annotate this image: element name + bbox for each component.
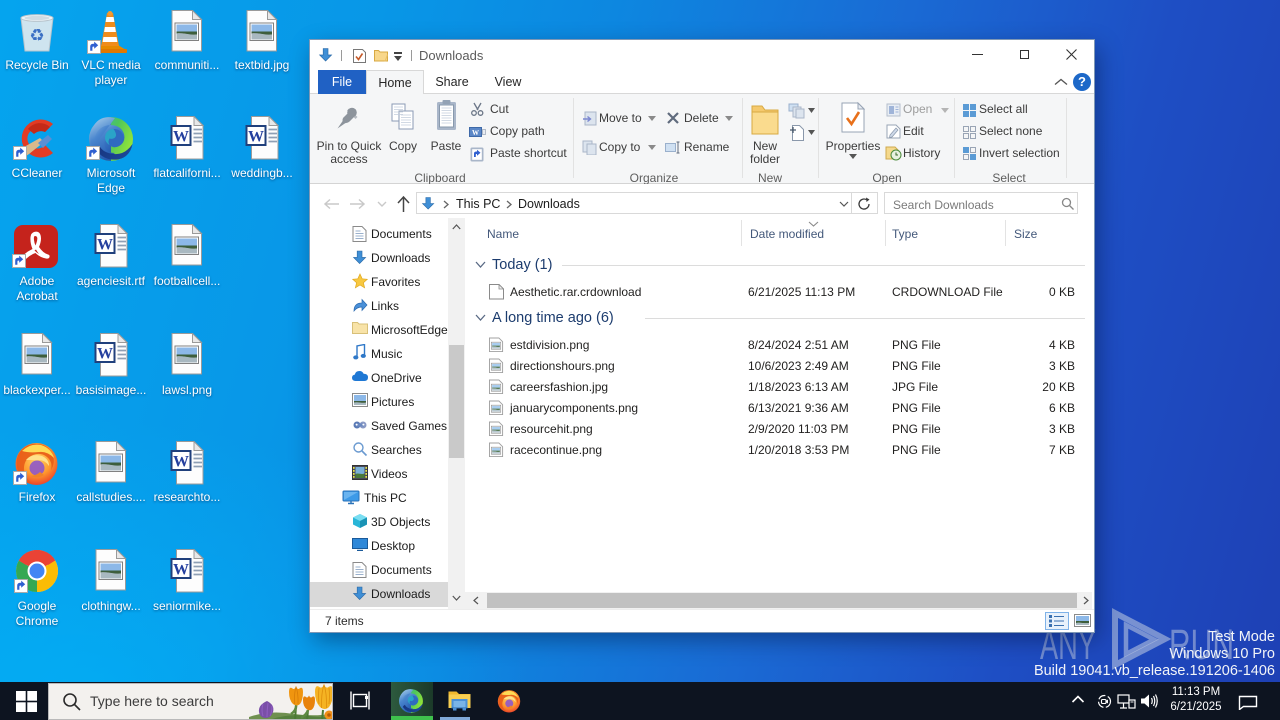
svg-text:♻: ♻ xyxy=(29,26,44,45)
svg-text:W: W xyxy=(472,129,479,137)
